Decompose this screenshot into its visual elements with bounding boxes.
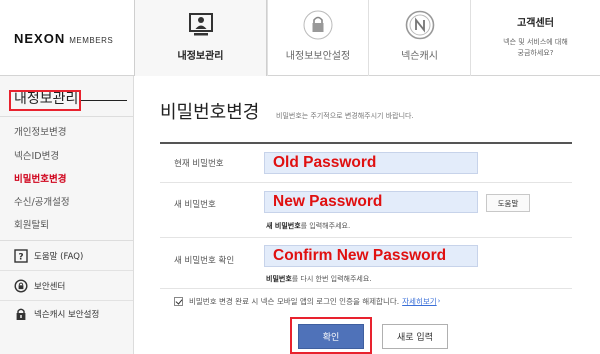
confirm-password-hint: 비밀번호를 다시 한번 입력해주세요.: [266, 274, 372, 284]
new-password-label: 새 비밀번호: [174, 200, 216, 210]
nexon-cash-coin-icon: [405, 10, 434, 40]
active-menu-highlight-box: [9, 90, 81, 111]
quick-link-help-label: 도움말 (FAQ): [34, 252, 84, 262]
form-top-border: [160, 142, 572, 144]
form-row-divider: [160, 288, 572, 289]
active-menu-pointer-line: [81, 100, 127, 101]
confirm-button[interactable]: 확인: [298, 324, 364, 349]
help-question-icon: ?: [14, 249, 28, 263]
mobile-auth-release-text: 비밀번호 변경 완료 시 넥슨 모바일 앱의 로그인 인증을 해제합니다.: [189, 296, 400, 306]
sidebar-item-notification-settings[interactable]: 수신/공개설정: [14, 194, 70, 208]
nav-my-info[interactable]: 내정보관리: [134, 0, 267, 76]
customer-center-title: 고객센터: [517, 18, 554, 29]
confirm-password-label: 새 비밀번호 확인: [174, 256, 235, 266]
new-password-hint-rest: 를 입력해주세요.: [300, 222, 351, 230]
nav-customer-center[interactable]: 고객센터 넥슨 및 서비스에 대해 궁금하세요?: [470, 0, 600, 76]
customer-center-desc-line2: 궁금하세요?: [517, 49, 554, 57]
customer-center-desc-line1: 넥슨 및 서비스에 대해: [503, 38, 568, 46]
new-password-input[interactable]: [264, 191, 478, 213]
confirm-password-input[interactable]: [264, 245, 478, 267]
lock-shield-icon: [16, 308, 26, 320]
quick-link-cash-security[interactable]: 넥슨캐시 보안설정: [14, 306, 99, 322]
logo-wordmark: NEXON: [14, 31, 66, 46]
new-password-hint: 새 비밀번호를 입력해주세요.: [266, 221, 350, 231]
view-details-arrow-icon: ›: [437, 297, 441, 305]
monitor-user-icon: [188, 13, 213, 36]
quick-link-divider: [0, 270, 133, 271]
sidebar-item-change-id[interactable]: 넥슨ID변경: [14, 148, 59, 162]
confirm-password-hint-rest: 를 다시 한번 입력해주세요.: [291, 275, 372, 283]
quick-link-security-center[interactable]: 보안센터: [14, 278, 65, 294]
current-password-input[interactable]: [264, 152, 478, 174]
sidebar: 내정보관리 개인정보변경 넥슨ID변경 비밀번호변경 수신/공개설정 회원탈퇴 …: [0, 76, 134, 354]
nav-nexon-cash-label: 넥슨캐시: [401, 51, 438, 62]
sidebar-divider-2: [0, 240, 133, 241]
quick-link-cash-security-label: 넥슨캐시 보안설정: [34, 310, 100, 320]
view-details-link[interactable]: 자세히보기: [402, 296, 437, 307]
page-subtitle: 비밀번호는 주기적으로 변경해주시기 바랍니다.: [276, 112, 414, 120]
mobile-auth-release-option: 비밀번호 변경 완료 시 넥슨 모바일 앱의 로그인 인증을 해제합니다. 자세…: [174, 295, 440, 307]
sidebar-item-personal-info[interactable]: 개인정보변경: [14, 124, 66, 138]
current-password-label: 현재 비밀번호: [174, 159, 224, 169]
nav-security-settings-label: 내정보보안설정: [285, 51, 351, 62]
nav-security-settings[interactable]: 내정보보안설정: [267, 0, 368, 76]
nav-nexon-cash[interactable]: 넥슨캐시: [368, 0, 470, 76]
form-row-divider: [160, 182, 572, 183]
page-title: 비밀번호변경: [160, 102, 260, 123]
top-header: NEXON MEMBERS 내정보관리 내정보보안설정 넥슨캐시 고객센터 넥슨: [0, 0, 600, 76]
sidebar-item-change-password[interactable]: 비밀번호변경: [14, 171, 66, 185]
quick-link-help-faq[interactable]: ? 도움말 (FAQ): [14, 248, 83, 264]
sidebar-item-withdraw[interactable]: 회원탈퇴: [14, 217, 49, 231]
quick-link-divider: [0, 300, 133, 301]
nav-my-info-label: 내정보관리: [177, 51, 224, 62]
quick-link-security-label: 보안센터: [34, 282, 66, 292]
padlock-icon: [303, 10, 333, 40]
form-row-divider: [160, 237, 572, 238]
logo-subtitle: MEMBERS: [69, 36, 114, 45]
security-center-icon: [14, 279, 28, 293]
new-password-hint-bold: 새 비밀번호: [266, 222, 301, 230]
confirm-password-hint-bold: 비밀번호: [266, 275, 292, 283]
nexon-members-logo[interactable]: NEXON MEMBERS: [14, 31, 113, 47]
customer-center-desc: 넥슨 및 서비스에 대해 궁금하세요?: [475, 37, 596, 59]
sidebar-divider: [0, 116, 133, 117]
mobile-auth-release-checkbox[interactable]: [174, 296, 183, 306]
svg-text:?: ?: [18, 253, 23, 263]
reset-input-button[interactable]: 새로 입력: [382, 324, 448, 349]
password-help-button[interactable]: 도움말: [486, 194, 530, 212]
